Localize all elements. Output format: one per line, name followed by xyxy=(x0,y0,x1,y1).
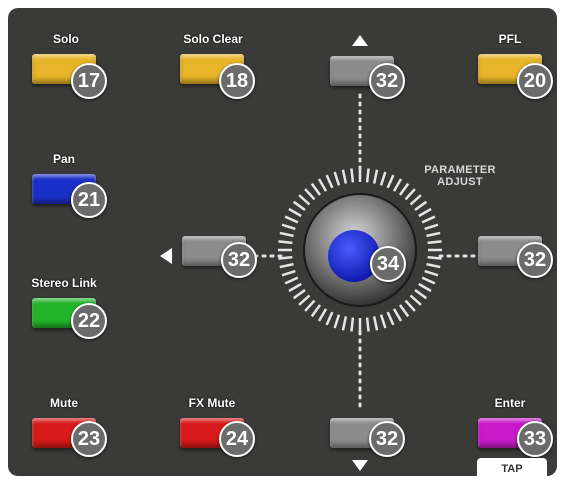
fx-mute-label: FX Mute xyxy=(188,396,236,410)
pan-label: Pan xyxy=(52,152,76,166)
down-arrow-icon xyxy=(352,460,368,471)
dial-tick xyxy=(426,231,441,238)
dial-tick xyxy=(414,288,428,300)
dial-tick xyxy=(386,311,395,326)
dial-tick xyxy=(279,231,294,238)
enter-number-badge: 33 xyxy=(517,421,553,457)
dial-tick xyxy=(421,215,436,224)
enter-label: Enter xyxy=(494,396,526,410)
pfl-label: PFL xyxy=(498,32,522,46)
mute-label: Mute xyxy=(50,396,78,410)
dial-tick xyxy=(427,255,442,260)
dial-tick xyxy=(409,194,422,206)
dial-tick xyxy=(317,308,328,322)
nav-right-number-badge: 32 xyxy=(517,242,553,278)
dial-tick xyxy=(418,282,432,293)
dial-tick xyxy=(310,182,322,196)
dial-tick xyxy=(421,276,436,285)
dial-tick xyxy=(372,316,379,331)
dial-tick xyxy=(292,288,306,300)
dial-tick xyxy=(386,174,395,189)
dial-tick xyxy=(392,178,403,192)
nav-down-number-badge: 32 xyxy=(369,421,405,457)
dial-tick xyxy=(341,316,348,331)
dial-tick xyxy=(424,269,439,277)
dial-tick xyxy=(278,240,293,245)
dial-tick xyxy=(424,223,439,231)
dial-tick xyxy=(427,240,442,245)
dial-tick xyxy=(409,294,422,306)
dial-graphic xyxy=(278,168,442,332)
dial-tick xyxy=(379,314,387,329)
left-arrow-icon xyxy=(160,248,172,264)
dial-tick xyxy=(333,314,341,329)
dial-tick xyxy=(288,207,302,218)
dial-tick xyxy=(284,276,299,285)
dial-tick xyxy=(350,168,355,183)
solo-clear-label: Solo Clear xyxy=(183,32,243,46)
dial-tick xyxy=(426,262,441,269)
solo-label: Solo xyxy=(53,32,79,46)
dial-tick xyxy=(325,311,334,326)
dial-tick xyxy=(281,223,296,231)
dial-tick xyxy=(404,188,416,201)
dial-tick xyxy=(284,215,299,224)
dial-tick xyxy=(304,299,316,312)
dial-tick xyxy=(298,194,311,206)
dial-number-badge: 34 xyxy=(370,246,406,282)
dial-tick xyxy=(298,294,311,306)
dial-tick xyxy=(398,304,410,318)
stereo-link-number-badge: 22 xyxy=(71,303,107,339)
pan-number-badge: 21 xyxy=(71,182,107,218)
dial-tick xyxy=(317,178,328,192)
dial-tick xyxy=(281,269,296,277)
pfl-number-badge: 20 xyxy=(517,63,553,99)
dial-tick xyxy=(379,171,387,186)
dial-tick xyxy=(365,168,370,183)
dial-tick xyxy=(304,188,316,201)
fx-mute-number-badge: 24 xyxy=(219,421,255,457)
parameter-adjust-dial[interactable] xyxy=(272,160,448,336)
dial-tick xyxy=(288,282,302,293)
dial-tick xyxy=(333,171,341,186)
dial-tick xyxy=(365,317,370,332)
dial-tick xyxy=(398,182,410,196)
dial-tick xyxy=(279,262,294,269)
dial-tick xyxy=(350,317,355,332)
solo-number-badge: 17 xyxy=(71,63,107,99)
tap-label: TAP xyxy=(477,458,547,478)
nav-up-number-badge: 32 xyxy=(369,63,405,99)
dial-tick xyxy=(418,207,432,218)
solo-clear-number-badge: 18 xyxy=(219,63,255,99)
nav-left-number-badge: 32 xyxy=(221,242,257,278)
dial-tick xyxy=(278,255,293,260)
dial-tick xyxy=(414,200,428,212)
dial-tick xyxy=(392,308,403,322)
dial-tick xyxy=(292,200,306,212)
stereo-link-label: Stereo Link xyxy=(31,276,97,290)
mute-number-badge: 23 xyxy=(71,421,107,457)
dial-tick xyxy=(341,169,348,184)
dial-tick xyxy=(372,169,379,184)
dial-tick xyxy=(310,304,322,318)
dial-tick xyxy=(404,299,416,312)
up-arrow-icon xyxy=(352,35,368,46)
dial-tick xyxy=(325,174,334,189)
